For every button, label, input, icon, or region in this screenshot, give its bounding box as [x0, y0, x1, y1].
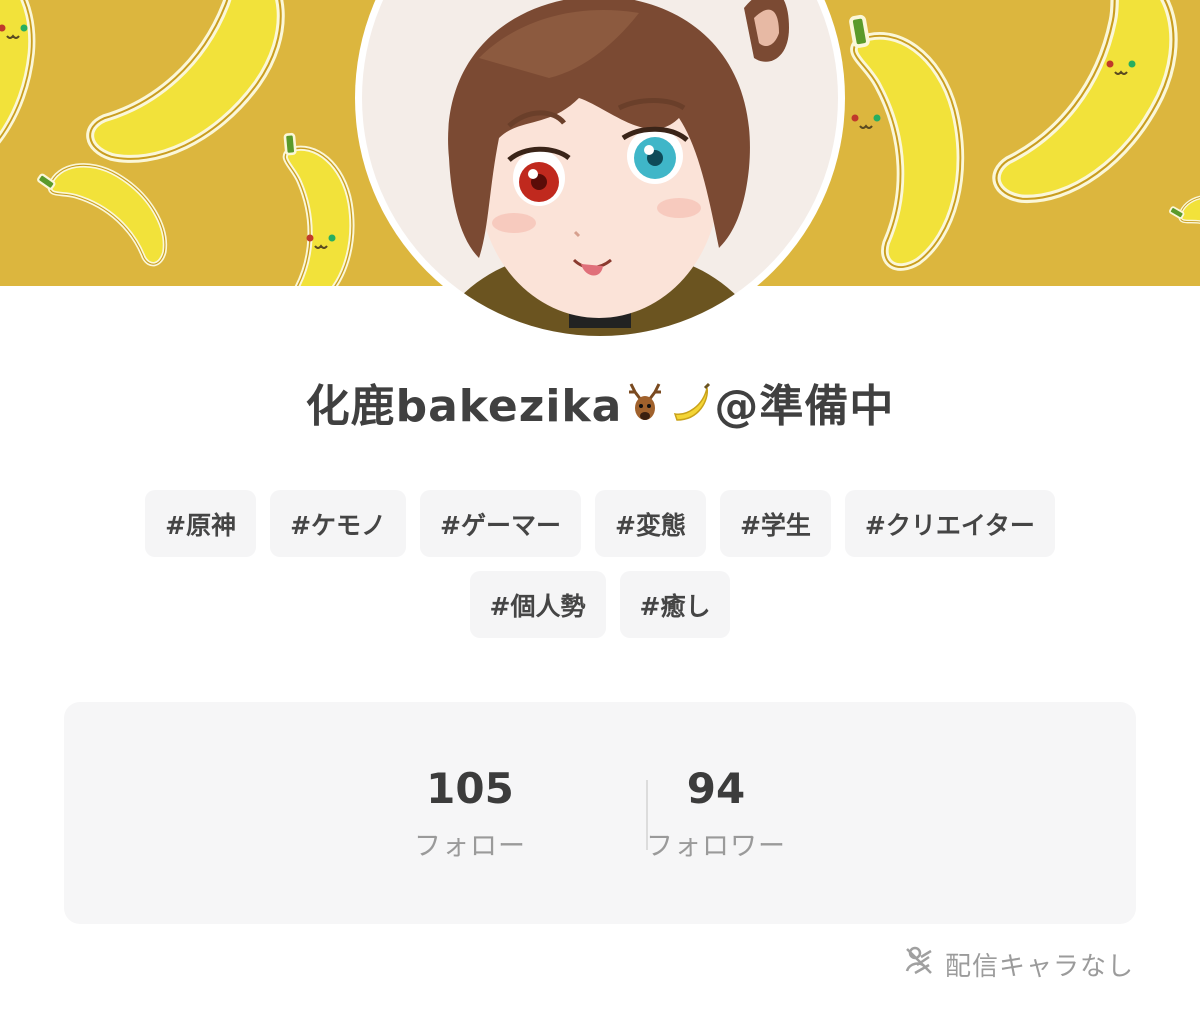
avatar[interactable] [349, 0, 851, 348]
follower-count: 94 [686, 764, 746, 813]
follow-count: 105 [426, 764, 514, 813]
tag-item[interactable]: #癒し [619, 571, 731, 638]
tag-item[interactable]: #ケモノ [270, 490, 407, 557]
streaming-character-label: 配信キャラなし [944, 951, 1134, 982]
profile-page: 化鹿bakezika @準備中 #原神 #ケモノ #ゲーマー #変態 #学生 #… [0, 0, 1200, 1012]
deer-icon [623, 380, 667, 424]
no-character-icon [903, 945, 935, 984]
tag-item[interactable]: #原神 [145, 490, 257, 557]
tag-item[interactable]: #個人勢 [469, 571, 606, 638]
profile-name: 化鹿bakezika @準備中 [0, 372, 1200, 432]
stats-card: 105 フォロー 94 フォロワー [64, 702, 1136, 924]
avatar-image [355, 0, 845, 343]
tag-item[interactable]: #学生 [719, 490, 831, 557]
follower-stat[interactable]: 94 フォロワー [616, 762, 816, 864]
follow-stat[interactable]: 105 フォロー [370, 762, 570, 864]
profile-name-text: 化鹿bakezika [305, 381, 623, 432]
tag-item[interactable]: #クリエイター [844, 490, 1055, 557]
banana-icon [669, 380, 713, 424]
tag-item[interactable]: #ゲーマー [420, 490, 581, 557]
streaming-character-note: 配信キャラなし [903, 944, 1134, 984]
follow-label: フォロー [414, 831, 526, 862]
follower-label: フォロワー [646, 831, 786, 862]
profile-name-status: @準備中 [714, 381, 895, 432]
tag-item[interactable]: #変態 [595, 490, 706, 557]
tag-list: #原神 #ケモノ #ゲーマー #変態 #学生 #クリエイター #個人勢 #癒し [100, 490, 1100, 638]
